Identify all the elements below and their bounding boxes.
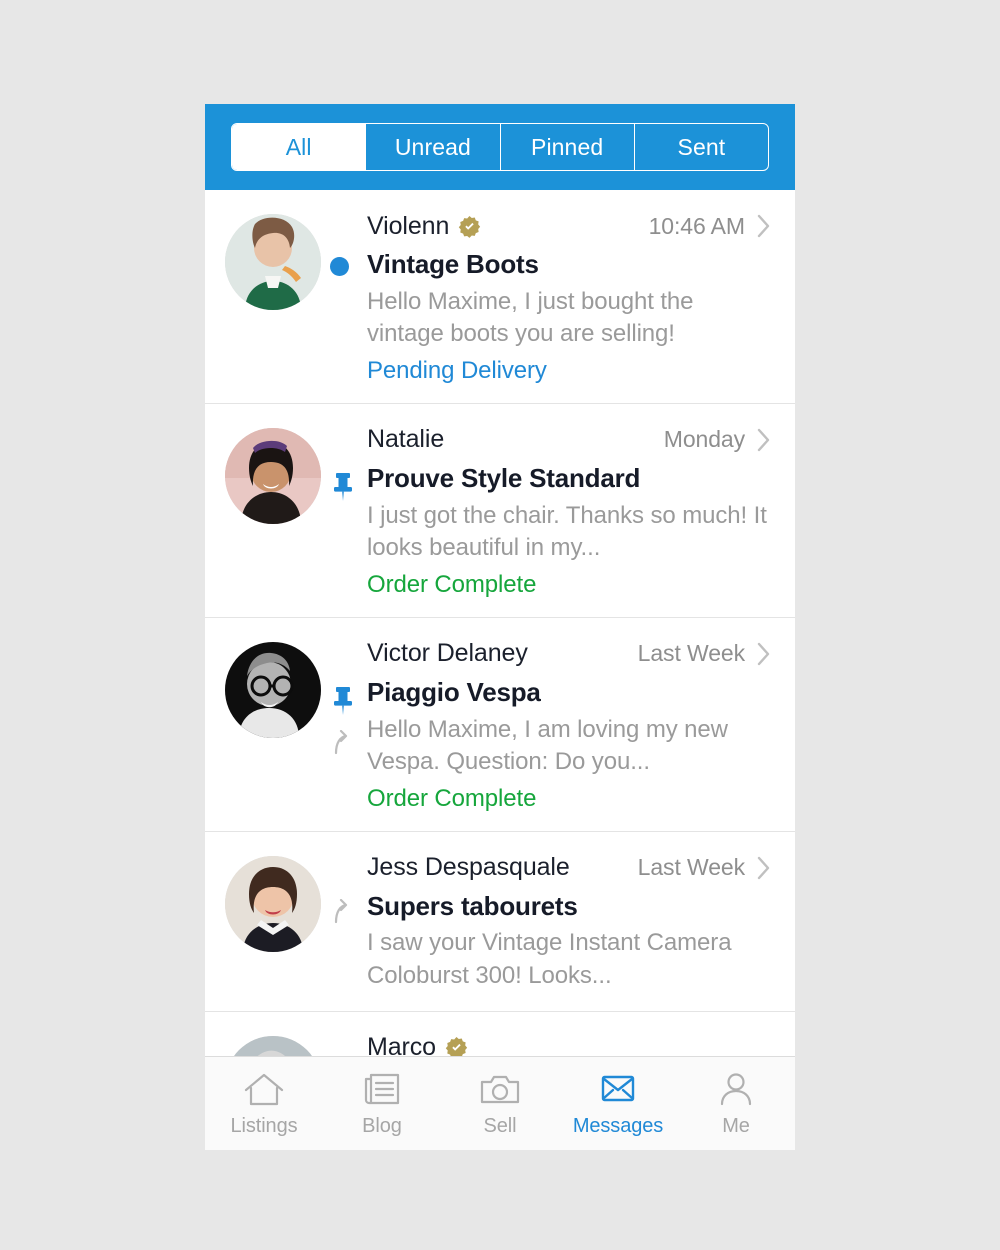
conversation-row[interactable]: Jess Despasquale Last Week Supers tabour… — [205, 831, 795, 1012]
sender-name: Violenn — [367, 211, 450, 240]
message-preview: I saw your Vintage Instant Camera Colobu… — [367, 929, 732, 990]
status-badge: Order Complete — [367, 570, 537, 598]
unread-dot-icon — [330, 257, 349, 276]
filter-tab-pinned[interactable]: Pinned — [499, 124, 634, 170]
tab-label: Sell — [483, 1114, 517, 1137]
conversation-row[interactable]: Natalie Monday Prouve Style Standard I j… — [205, 403, 795, 618]
conversation-subject: Prouve Style Standard — [367, 462, 641, 493]
conversation-subject: Vintage Boots — [367, 249, 539, 279]
tab-label: Listings — [230, 1114, 298, 1137]
app-header: All Unread Pinned Sent — [205, 104, 795, 190]
status-badge: Pending Delivery — [367, 356, 547, 384]
person-icon — [720, 1072, 752, 1105]
message-preview: Hello Maxime, I am loving my new Vespa. … — [367, 715, 728, 776]
reply-arrow-icon — [330, 729, 358, 758]
message-filter-segmented-control[interactable]: All Unread Pinned Sent — [231, 123, 769, 171]
row-marker-gutter — [321, 424, 367, 599]
tab-blog[interactable]: Blog — [323, 1057, 441, 1150]
conversation-subject: Piaggio Vespa — [367, 676, 541, 707]
timestamp: Last Week — [637, 854, 745, 881]
avatar — [225, 855, 321, 952]
sender-name: Jess Despasquale — [367, 853, 570, 882]
timestamp: 10:46 AM — [648, 212, 745, 239]
envelope-icon — [601, 1075, 635, 1101]
tab-me[interactable]: Me — [677, 1057, 795, 1150]
camera-icon — [480, 1075, 520, 1103]
tab-label: Messages — [572, 1114, 664, 1137]
avatar — [225, 641, 321, 738]
chevron-right-icon — [757, 856, 770, 879]
row-marker-gutter — [321, 638, 367, 813]
reply-arrow-icon — [330, 898, 358, 927]
avatar — [225, 214, 321, 310]
filter-tab-unread[interactable]: Unread — [365, 124, 499, 170]
tab-sell[interactable]: Sell — [441, 1057, 559, 1150]
tab-label: Me — [722, 1114, 750, 1137]
chevron-right-icon — [757, 642, 770, 666]
row-marker-gutter — [321, 852, 367, 993]
sender-name: Natalie — [367, 425, 445, 454]
conversation-row[interactable]: Victor Delaney Last Week Piaggio Vespa H… — [205, 617, 795, 832]
home-icon — [244, 1073, 284, 1105]
timestamp: Last Week — [637, 640, 745, 667]
message-preview: I just got the chair. Thanks so much! It… — [367, 501, 767, 562]
message-preview: Hello Maxime, I just bought the vintage … — [367, 287, 694, 348]
timestamp: Monday — [663, 426, 745, 453]
status-badge: Order Complete — [367, 784, 537, 812]
conversation-content: Natalie Monday Prouve Style Standard I j… — [367, 424, 773, 599]
tab-messages[interactable]: Messages — [559, 1057, 677, 1150]
tab-label: Blog — [362, 1114, 402, 1137]
pin-icon — [330, 471, 356, 501]
pin-icon — [330, 685, 356, 715]
bottom-tab-bar[interactable]: Listings Blog Sell Messages Me — [205, 1056, 795, 1150]
tab-listings[interactable]: Listings — [205, 1057, 323, 1150]
filter-tab-sent[interactable]: Sent — [633, 124, 768, 170]
conversation-content: Violenn 10:46 AM Vintage Boots Hello Max… — [367, 210, 773, 385]
row-marker-gutter — [321, 210, 367, 385]
sender-name: Victor Delaney — [367, 639, 528, 668]
conversation-content: Jess Despasquale Last Week Supers tabour… — [367, 852, 773, 993]
avatar — [225, 427, 321, 524]
chevron-right-icon — [757, 214, 770, 238]
filter-tab-all[interactable]: All — [232, 124, 366, 170]
messages-app-card: All Unread Pinned Sent Violenn 10:46 AM … — [205, 104, 795, 1150]
conversation-subject: Supers tabourets — [367, 890, 578, 921]
newspaper-icon — [364, 1073, 400, 1104]
verified-badge-icon — [459, 215, 481, 238]
screenshot-stage: All Unread Pinned Sent Violenn 10:46 AM … — [0, 0, 1000, 1250]
conversation-row[interactable]: Violenn 10:46 AM Vintage Boots Hello Max… — [205, 190, 795, 404]
chevron-right-icon — [757, 428, 770, 452]
conversation-content: Victor Delaney Last Week Piaggio Vespa H… — [367, 638, 773, 813]
conversation-list[interactable]: Violenn 10:46 AM Vintage Boots Hello Max… — [205, 190, 795, 1150]
